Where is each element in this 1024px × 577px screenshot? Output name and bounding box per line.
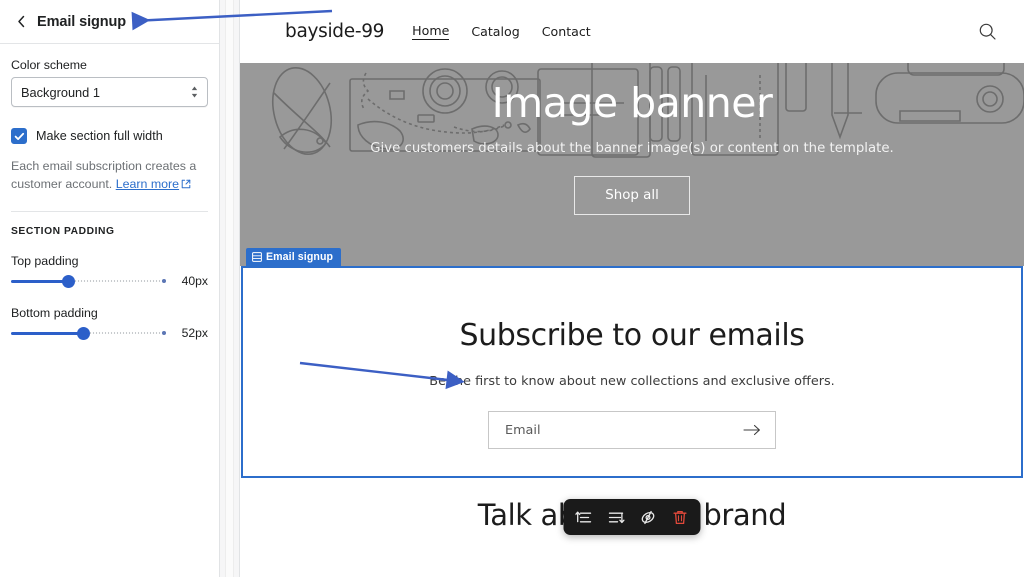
full-width-label: Make section full width [36,129,163,143]
nav-link-catalog[interactable]: Catalog [471,24,519,39]
bottom-padding-label: Bottom padding [11,306,98,321]
settings-sidebar: Email signup Color scheme Background 1 M… [0,0,220,577]
preview-gutter [220,0,240,577]
chevron-left-icon[interactable] [10,11,32,33]
nav-link-contact[interactable]: Contact [542,24,591,39]
move-up-icon[interactable] [570,503,599,531]
image-banner-section[interactable]: Image banner Give customers details abou… [240,63,1024,266]
section-badge-email-signup[interactable]: Email signup [246,248,342,266]
top-padding-label: Top padding [11,254,79,269]
subscribe-heading: Subscribe to our emails [459,318,805,353]
subscribe-description: Be the first to know about new collectio… [429,374,835,389]
full-width-checkbox-row[interactable]: Make section full width [11,128,208,144]
eye-off-icon[interactable] [634,503,663,531]
sidebar-header: Email signup [0,0,219,44]
top-padding-value: 40px [181,274,208,289]
email-signup-wrapper: Email signup Subscribe to our emails Be … [240,248,1024,478]
color-scheme-select[interactable]: Background 1 [11,77,208,107]
move-down-icon[interactable] [602,503,631,531]
bottom-padding-slider-row: 52px [11,325,208,341]
shop-all-button[interactable]: Shop all [574,176,690,215]
chevron-updown-icon [190,86,199,99]
learn-more-link[interactable]: Learn more [116,177,179,191]
slider-end-dot [162,331,166,336]
slider-thumb[interactable] [61,274,75,288]
top-padding-field: Top padding 40px [11,254,208,289]
top-padding-slider[interactable] [11,273,166,289]
sidebar-divider [11,211,208,213]
nav-link-home[interactable]: Home [412,23,450,40]
store-logo[interactable]: bayside-99 [285,21,384,42]
slider-thumb[interactable] [77,326,91,340]
trash-icon[interactable] [666,503,695,531]
panel-title: Email signup [37,13,127,30]
section-actions-toolbar [563,499,701,535]
section-badge-label: Email signup [266,251,334,263]
slider-track-fill [11,331,84,335]
checkbox-checked-icon[interactable] [11,128,27,144]
color-scheme-field: Color scheme Background 1 [11,58,208,107]
storefront-nav: bayside-99 Home Catalog Contact [240,0,1024,63]
slider-end-dot [162,279,166,284]
external-link-icon[interactable] [181,177,191,195]
bottom-padding-value: 52px [181,326,208,341]
section-padding-heading: SECTION PADDING [11,226,115,238]
customizer-app: Email signup Color scheme Background 1 M… [0,0,1024,577]
helper-text: Each email subscription creates a custom… [11,158,208,194]
nav-links: Home Catalog Contact [412,23,591,40]
color-scheme-label: Color scheme [11,58,87,72]
banner-title: Image banner [491,79,773,127]
sidebar-body: Color scheme Background 1 Make section f… [0,44,219,341]
top-padding-slider-row: 40px [11,273,208,289]
banner-subtitle: Give customers details about the banner … [370,141,894,156]
search-icon[interactable] [975,20,999,44]
theme-preview: bayside-99 Home Catalog Contact Image ba… [240,0,1024,577]
bottom-padding-slider[interactable] [11,325,166,341]
bottom-padding-field: Bottom padding 52px [11,306,208,341]
email-signup-section[interactable]: Subscribe to our emails Be the first to … [241,266,1023,478]
section-grid-icon [252,252,262,262]
color-scheme-value: Background 1 [21,84,100,100]
slider-track-fill [11,279,69,283]
arrow-right-icon[interactable] [741,424,763,436]
email-input[interactable] [505,422,741,438]
email-signup-form [488,411,776,449]
sidebar-scrollbar[interactable] [225,0,234,577]
